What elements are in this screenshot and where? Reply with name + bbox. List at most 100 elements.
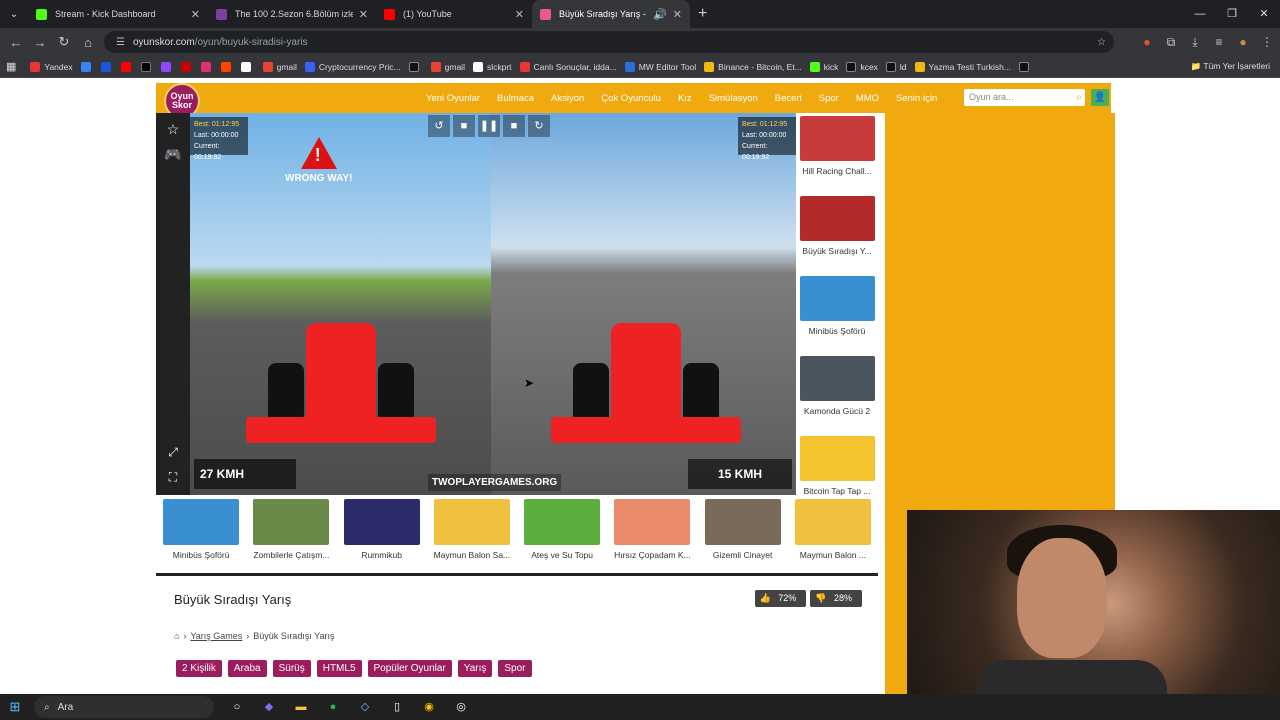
fullscreen-icon[interactable]: ⛶ (156, 470, 190, 485)
game-thumbnail[interactable] (799, 196, 875, 241)
nav-beceri[interactable]: Beceri (775, 93, 802, 104)
bookmark-icon[interactable] (180, 61, 191, 72)
tag-yaris[interactable]: Yarış (457, 660, 493, 677)
all-bookmarks-folder[interactable]: 📁 Tüm Yer İşaretleri (1191, 61, 1270, 72)
forward-icon[interactable]: → (28, 35, 52, 50)
tag-spor[interactable]: Spor (498, 660, 532, 677)
profile-avatar[interactable]: ● (1236, 35, 1250, 49)
bookmark-icon[interactable] (100, 61, 111, 72)
bookmark-canli[interactable]: Canlı Sonuçlar, idda... (519, 61, 617, 72)
home-icon[interactable]: ⌂ (76, 35, 100, 50)
bookmark-icon[interactable] (240, 61, 251, 72)
tab-search-icon[interactable]: ⌄ (0, 0, 28, 28)
site-info-icon[interactable]: ☰ (116, 37, 125, 48)
bottom-game-item[interactable]: Minibüs Şoförü (156, 496, 246, 566)
new-tab-button[interactable]: + (698, 5, 707, 23)
bookmark-icon-only[interactable] (1018, 61, 1033, 72)
tab-youtube[interactable]: (1) YouTube ✕ (376, 0, 532, 28)
bottom-game-item[interactable]: Maymun Balon ... (788, 496, 878, 566)
site-search-input[interactable]: Oyun ara... ⌕ (964, 89, 1085, 106)
menu-kebab-icon[interactable]: ⋮ (1260, 35, 1274, 49)
side-game-item[interactable]: Hill Racing Chall... (796, 116, 878, 193)
close-window-icon[interactable]: ✕ (1248, 0, 1280, 28)
extension-icon[interactable]: ● (1140, 35, 1154, 49)
app-icon[interactable]: ◇ (356, 698, 374, 716)
user-icon[interactable]: 👤 (1091, 89, 1109, 106)
youtube-icon[interactable] (120, 61, 131, 72)
close-tab-icon[interactable]: ✕ (359, 8, 368, 21)
bookmark-yazma[interactable]: Yazma Testi Turkish... (914, 61, 1011, 72)
notepad-icon[interactable]: ▯ (388, 698, 406, 716)
bottom-game-item[interactable]: Maymun Balon Sa... (427, 496, 517, 566)
nav-spor[interactable]: Spor (819, 93, 839, 104)
rewind-icon[interactable]: ↺ (428, 115, 450, 137)
reload-icon[interactable]: ↻ (52, 34, 76, 50)
tag-html5[interactable]: HTML5 (316, 660, 362, 677)
chrome-icon[interactable]: ◉ (420, 698, 438, 716)
bottom-game-item[interactable]: Ateş ve Su Topu (517, 496, 607, 566)
nav-kiz[interactable]: Kız (678, 93, 692, 104)
bookmark-crypto[interactable]: Cryptocurrency Pric... (304, 61, 401, 72)
pause-icon[interactable]: ❚❚ (478, 115, 500, 137)
gamepad-icon[interactable]: 🎮 (156, 146, 190, 163)
tag-araba[interactable]: Araba (227, 660, 267, 677)
breadcrumb-category-link[interactable]: Yarış Games (190, 631, 242, 641)
bookmark-kick[interactable]: kick (809, 61, 838, 72)
spotify-icon[interactable]: ● (324, 698, 342, 716)
game-thumbnail[interactable] (799, 356, 875, 401)
nav-senin-icin[interactable]: Senin için (896, 93, 937, 104)
side-game-item[interactable]: Büyük Sıradışı Y... (796, 196, 878, 273)
like-button[interactable]: 👍 72% (754, 590, 807, 607)
game-thumbnail[interactable] (799, 436, 875, 481)
restart-icon[interactable]: ↻ (528, 115, 550, 137)
reading-list-icon[interactable]: ≡ (1212, 35, 1226, 49)
tag-populer-oyunlar[interactable]: Popüler Oyunlar (367, 660, 452, 677)
nav-cok-oyunculu[interactable]: Çok Oyunculu (601, 93, 661, 104)
side-game-item[interactable]: Kamonda Gücü 2 (796, 356, 878, 433)
bookmark-gmail[interactable]: gmail (262, 61, 297, 72)
tab-kick[interactable]: Stream - Kick Dashboard ✕ (28, 0, 208, 28)
nav-simulasyon[interactable]: Simülasyon (709, 93, 758, 104)
bottom-game-item[interactable]: Rummikub (337, 496, 427, 566)
tab-the100[interactable]: The 100 2.Sezon 6.Bölüm izle Tü ✕ (208, 0, 376, 28)
nav-mmo[interactable]: MMO (856, 93, 879, 104)
twitch-icon[interactable] (160, 61, 171, 72)
address-bar[interactable]: ☰ oyunskor.com/oyun/buyuk-siradisi-yaris… (104, 31, 1114, 53)
bookmark-yandex[interactable]: Yandex (30, 61, 73, 72)
game-thumbnail[interactable] (799, 116, 875, 161)
copilot-icon[interactable]: ◆ (260, 698, 278, 716)
game-canvas[interactable]: ☆ 🎮 Best: 01:12:95 Last: 00:00:00 Curren… (156, 113, 796, 495)
bookmark-ld[interactable]: ld (885, 61, 907, 72)
search-icon[interactable]: ⌕ (1076, 89, 1082, 106)
download-icon[interactable]: ⤓ (1188, 35, 1202, 50)
nav-bulmaca[interactable]: Bulmaca (497, 93, 534, 104)
bookmark-icons-group[interactable] (80, 61, 255, 72)
tab-oyunskor[interactable]: Büyük Sıradışı Yarış - Oyunsk 🔊 ✕ (532, 0, 690, 28)
task-view-icon[interactable]: ○ (228, 698, 246, 716)
x-icon[interactable] (140, 61, 151, 72)
obs-icon[interactable]: ◎ (452, 698, 470, 716)
bookmark-slckprt[interactable]: slckprt (472, 61, 512, 72)
close-tab-icon[interactable]: ✕ (191, 8, 200, 21)
minimize-icon[interactable]: — (1184, 0, 1216, 28)
tag-surus[interactable]: Sürüş (272, 660, 311, 677)
bottom-game-item[interactable]: Hırsız Çopadam K... (607, 496, 697, 566)
home-icon[interactable]: ⌂ (174, 631, 179, 641)
windows-start-icon[interactable]: ⊞ (0, 699, 30, 715)
reddit-icon[interactable] (220, 61, 231, 72)
camera-icon[interactable]: ■ (453, 115, 475, 137)
extensions-puzzle-icon[interactable]: ⧉ (1164, 35, 1178, 50)
close-tab-icon[interactable]: ✕ (515, 8, 524, 21)
bookmark-kcex[interactable]: kcex (846, 61, 878, 72)
back-icon[interactable]: ← (4, 35, 28, 50)
bottom-game-item[interactable]: Gizemli Cinayet (698, 496, 788, 566)
bookmark-mw[interactable]: MW Editor Tool (624, 61, 696, 72)
bookmark-icon[interactable] (80, 61, 91, 72)
bookmark-gmail-2[interactable]: gmail (430, 61, 465, 72)
nav-aksiyon[interactable]: Aksiyon (551, 93, 584, 104)
tag-2-kisilik[interactable]: 2 Kişilik (176, 660, 222, 677)
apps-grid-icon[interactable]: ▦ (6, 60, 16, 73)
close-tab-icon[interactable]: ✕ (673, 8, 682, 21)
dislike-button[interactable]: 👎 28% (810, 590, 862, 607)
bookmark-star-icon[interactable]: ☆ (1097, 37, 1106, 48)
